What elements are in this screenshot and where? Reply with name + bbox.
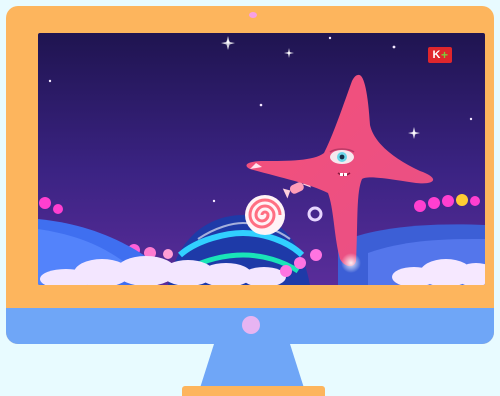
monitor-stand-neck	[200, 344, 304, 388]
power-button-icon[interactable]	[242, 316, 260, 334]
swirl-candy	[245, 195, 285, 235]
channel-logo-text: K	[432, 49, 441, 61]
cartoon-scene	[38, 33, 485, 285]
monitor-stand-base	[182, 386, 325, 396]
video-screen: K +	[38, 33, 485, 285]
sparkle-glow	[341, 253, 361, 273]
monitor-frame: K +	[6, 6, 494, 344]
camera-dot-icon	[249, 12, 257, 18]
channel-logo-icon: K +	[428, 47, 452, 63]
channel-logo-plus: +	[440, 48, 448, 62]
